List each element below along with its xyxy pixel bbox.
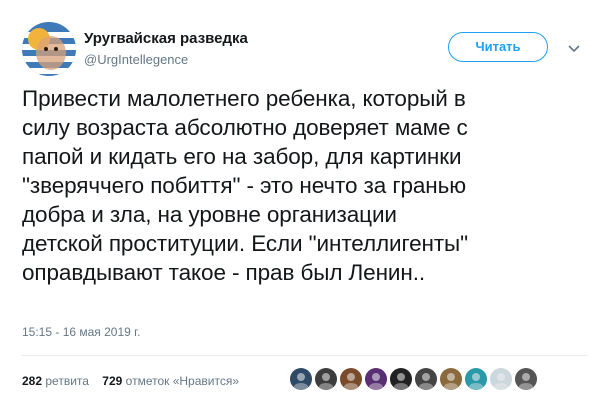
chevron-down-icon[interactable] <box>566 40 582 56</box>
profile-avatar[interactable] <box>22 22 76 76</box>
liker-avatar-8[interactable] <box>465 368 487 390</box>
liker-avatars <box>290 368 537 390</box>
liker-avatar-5[interactable] <box>390 368 412 390</box>
tweet-text: Привести малолетнего ребенка, который в … <box>22 86 468 285</box>
stats-divider <box>22 355 588 356</box>
like-stat[interactable]: 729 отметок «Нравится» <box>102 374 239 388</box>
liker-avatar-2[interactable] <box>315 368 337 390</box>
liker-avatar-9[interactable] <box>490 368 512 390</box>
liker-avatar-10[interactable] <box>515 368 537 390</box>
retweet-stat[interactable]: 282 ретвита <box>22 374 89 388</box>
follow-button[interactable]: Читать <box>448 32 548 62</box>
display-name[interactable]: Уругвайская разведка <box>84 30 248 47</box>
like-count: 729 <box>102 374 123 388</box>
like-label: отметок «Нравится» <box>125 374 240 388</box>
uruguay-face-avatar-image <box>22 22 76 76</box>
liker-avatar-3[interactable] <box>340 368 362 390</box>
user-handle[interactable]: @UrgIntellegence <box>84 52 188 67</box>
liker-avatar-7[interactable] <box>440 368 462 390</box>
tweet-timestamp[interactable]: 15:15 - 16 мая 2019 г. <box>22 325 140 339</box>
tweet-stats: 282 ретвита 729 отметок «Нравится» <box>22 374 239 388</box>
retweet-count: 282 <box>22 374 43 388</box>
retweet-label: ретвита <box>45 374 89 388</box>
liker-avatar-1[interactable] <box>290 368 312 390</box>
liker-avatar-4[interactable] <box>365 368 387 390</box>
liker-avatar-6[interactable] <box>415 368 437 390</box>
